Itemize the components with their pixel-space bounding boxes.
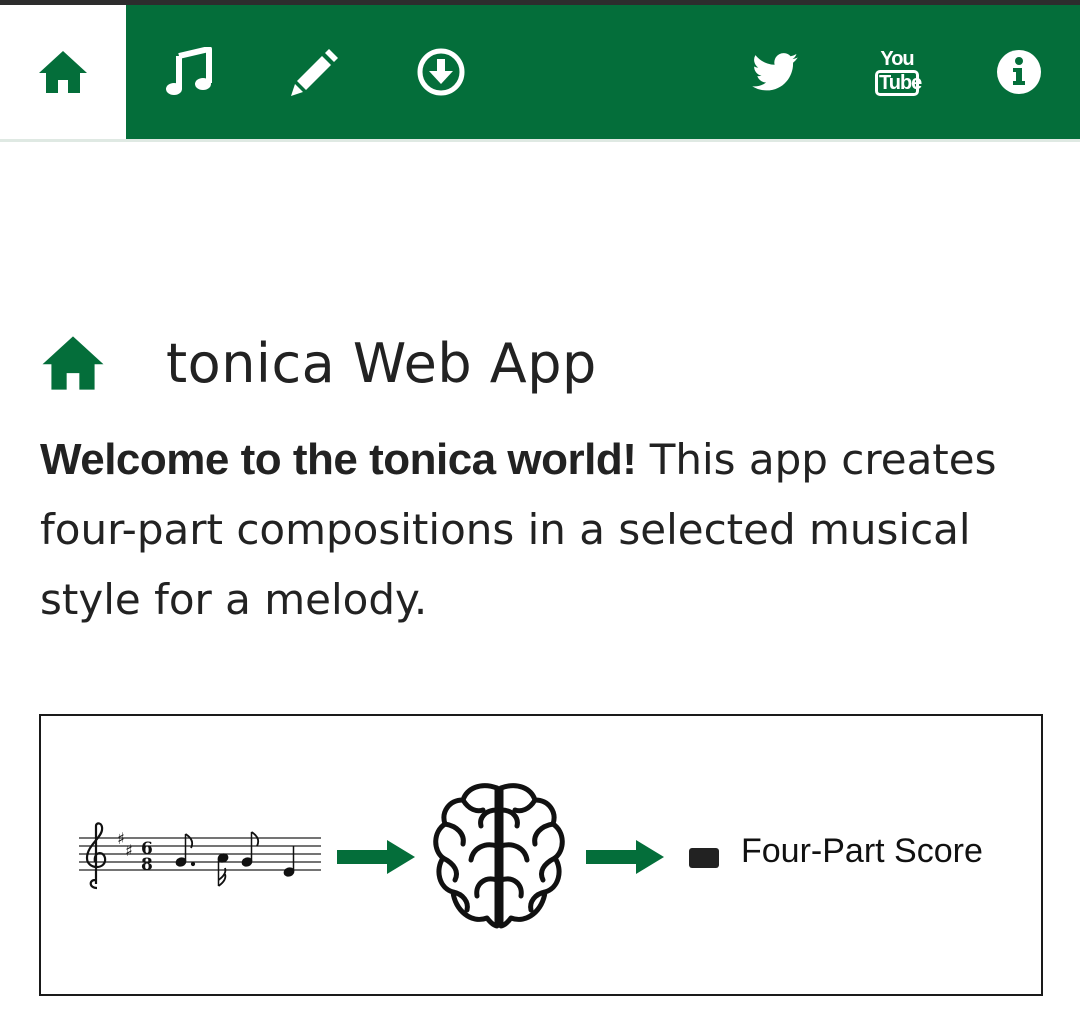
svg-text:♯: ♯	[125, 841, 133, 860]
youtube-icon: You Tube	[875, 48, 922, 96]
page-header: tonica Web App	[40, 318, 597, 408]
youtube-icon-top: You	[880, 48, 914, 70]
brain-icon	[433, 783, 565, 929]
home-icon	[42, 336, 104, 390]
nav-twitter[interactable]	[712, 5, 838, 139]
navbar-separator	[0, 139, 1080, 142]
nav-music[interactable]	[126, 5, 252, 139]
download-icon	[417, 48, 465, 96]
output-label: Four-Part Score	[741, 832, 983, 870]
melody-staff-image: ♯ ♯ 6 8	[79, 822, 321, 890]
info-icon	[997, 50, 1041, 94]
score-bullet-icon	[689, 848, 719, 868]
nav-info[interactable]	[956, 5, 1080, 139]
music-note-icon	[166, 47, 212, 95]
intro-paragraph: Welcome to the tonica world! This app cr…	[40, 425, 1050, 635]
youtube-icon-bottom: Tube	[875, 70, 922, 96]
arrow-right-icon	[586, 840, 664, 874]
home-icon	[39, 51, 87, 93]
pencil-icon	[291, 49, 338, 96]
nav-youtube[interactable]: You Tube	[834, 5, 960, 139]
nav-download[interactable]	[378, 5, 504, 139]
nav-home[interactable]	[0, 5, 126, 139]
time-signature-bottom: 8	[141, 855, 153, 875]
intro-bold: Welcome to the tonica world!	[40, 435, 637, 484]
workflow-figure: ♯ ♯ 6 8 Four-Part Score	[39, 714, 1043, 996]
arrow-right-icon	[337, 840, 415, 874]
page-title: tonica Web App	[166, 331, 597, 395]
svg-text:♯: ♯	[117, 829, 125, 848]
top-navbar: You Tube	[0, 5, 1080, 139]
nav-edit[interactable]	[252, 5, 378, 139]
twitter-icon	[752, 53, 798, 91]
